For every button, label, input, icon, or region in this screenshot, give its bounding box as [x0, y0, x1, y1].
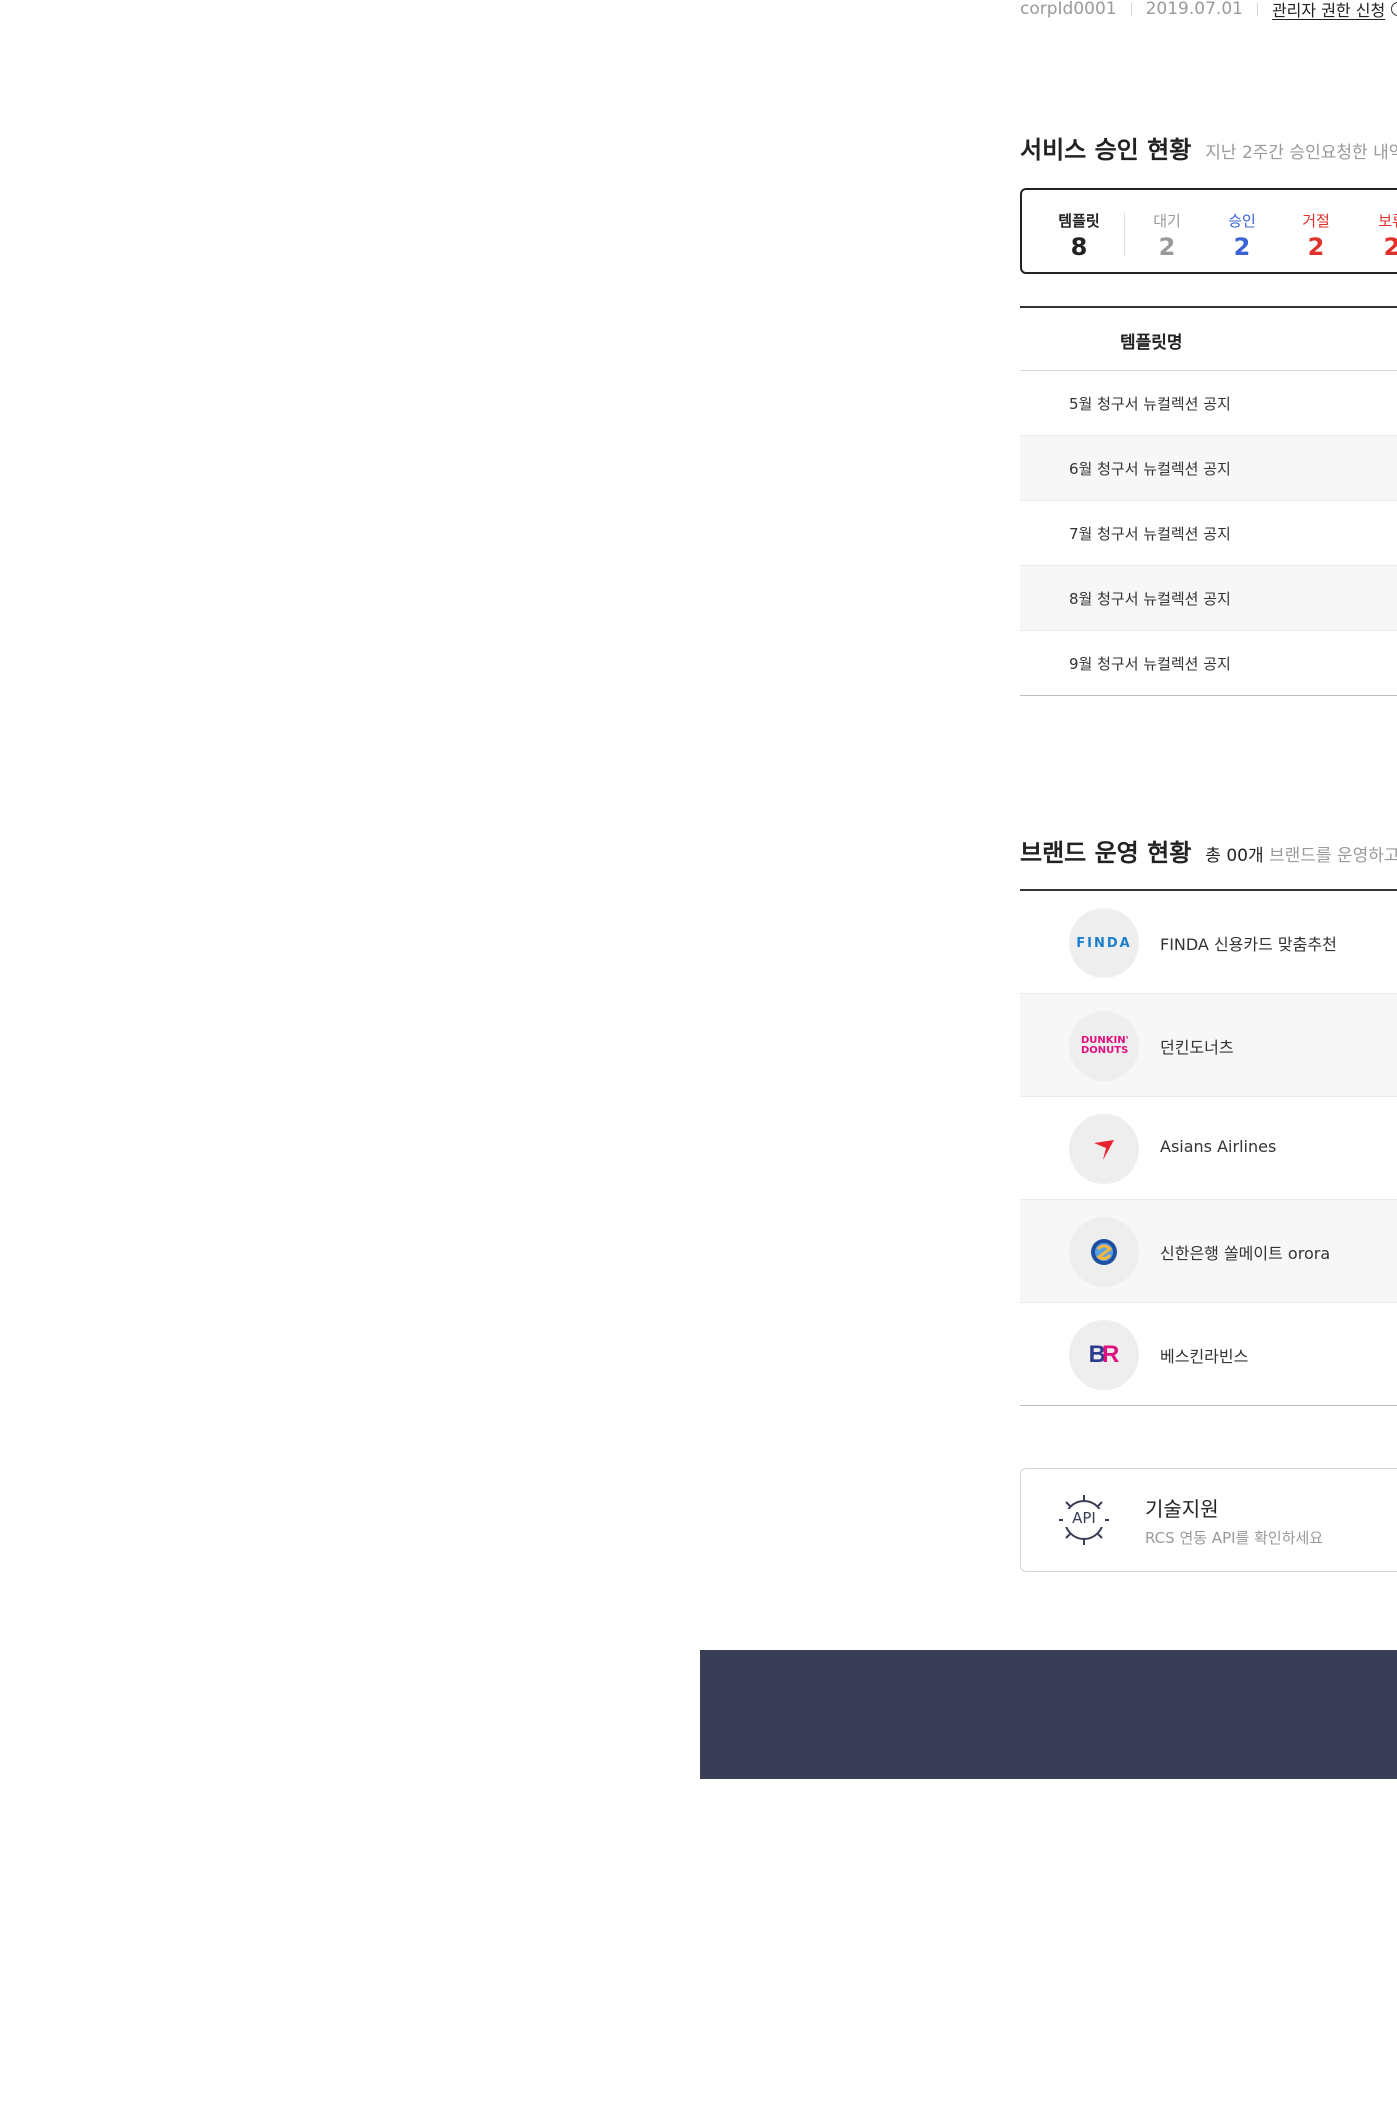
bank-icon	[1069, 1217, 1139, 1287]
stat-value: 2	[1158, 233, 1176, 261]
account-info-bar: corpId0001 2019.07.01 관리자 권한 신청 i	[1020, 0, 1397, 21]
template-name: 8월 청구서 뉴컬렉션 공지	[1069, 590, 1231, 608]
list-item[interactable]: FINDA FINDA 신용카드 맞춤추천	[1020, 891, 1397, 994]
corp-id: corpId0001	[1020, 0, 1117, 19]
finda-logo: FINDA	[1069, 908, 1139, 978]
stat-pending[interactable]: 대기 2	[1142, 210, 1192, 261]
brand-name: 던킨도너츠	[1160, 1038, 1234, 1057]
stat-value: 2	[1307, 233, 1325, 261]
list-item[interactable]: DUNKIN' DONUTS 던킨도너츠	[1020, 994, 1397, 1097]
dunkin-logo-text: DUNKIN' DONUTS	[1081, 1035, 1129, 1056]
table-row[interactable]: 5월 청구서 뉴컬렉션 공지	[1020, 371, 1397, 436]
template-name: 7월 청구서 뉴컬렉션 공지	[1069, 525, 1231, 543]
table-row[interactable]: 8월 청구서 뉴컬렉션 공지	[1020, 566, 1397, 631]
brand-subtitle-text: 브랜드를 운영하고	[1269, 846, 1397, 866]
stat-value: 8	[1070, 233, 1088, 261]
brand-count: 총 00개	[1205, 846, 1264, 866]
baskin-robbins-logo: BR	[1069, 1320, 1139, 1390]
brand-name: Asians Airlines	[1160, 1137, 1277, 1156]
stat-label: 거절	[1302, 212, 1330, 230]
approval-section-subtitle: 지난 2주간 승인요청한 내역	[1205, 143, 1397, 163]
approval-section-header: 서비스 승인 현황 지난 2주간 승인요청한 내역	[1020, 130, 1397, 165]
brand-name: 신한은행 쏠메이트 orora	[1160, 1244, 1331, 1263]
shinhan-logo-icon	[1091, 1239, 1117, 1265]
template-name: 6월 청구서 뉴컬렉션 공지	[1069, 460, 1231, 478]
list-item[interactable]: 신한은행 쏠메이트 orora	[1020, 1200, 1397, 1303]
table-header: 템플릿명	[1020, 306, 1397, 371]
stat-approved[interactable]: 승인 2	[1217, 210, 1267, 261]
brand-section-subtitle: 총 00개 브랜드를 운영하고	[1205, 841, 1397, 866]
admin-request-link[interactable]: 관리자 권한 신청	[1272, 0, 1385, 21]
template-table: 템플릿명 5월 청구서 뉴컬렉션 공지 6월 청구서 뉴컬렉션 공지 7월 청구…	[1020, 306, 1397, 696]
baskin-logo-text: BR	[1088, 1341, 1120, 1368]
stat-label: 승인	[1228, 212, 1256, 230]
brand-list: FINDA FINDA 신용카드 맞춤추천 DUNKIN' DONUTS 던킨도…	[1020, 889, 1397, 1406]
footer-banner	[700, 1650, 1397, 1779]
tech-support-description: RCS 연동 API를 확인하세요	[1145, 1529, 1324, 1547]
column-header-template-name: 템플릿명	[1120, 333, 1183, 353]
airline-wing-icon	[1094, 1140, 1114, 1160]
stat-on-hold[interactable]: 보류 2	[1367, 210, 1397, 261]
template-name: 5월 청구서 뉴컬렉션 공지	[1069, 395, 1231, 413]
list-item[interactable]: BR 베스킨라빈스	[1020, 1303, 1397, 1406]
dunkin-logo: DUNKIN' DONUTS	[1069, 1011, 1139, 1081]
divider	[1124, 212, 1125, 256]
info-icon[interactable]: i	[1391, 2, 1397, 16]
divider	[1130, 2, 1132, 16]
stat-value: 2	[1383, 233, 1397, 261]
tech-support-card[interactable]: API 기술지원 RCS 연동 API를 확인하세요	[1020, 1468, 1397, 1572]
api-icon-text: API	[1072, 1509, 1096, 1527]
finda-logo-text: FINDA	[1076, 935, 1132, 951]
list-item[interactable]: Asians Airlines	[1020, 1097, 1397, 1200]
brand-section-header: 브랜드 운영 현황 총 00개 브랜드를 운영하고	[1020, 833, 1397, 868]
table-row[interactable]: 6월 청구서 뉴컬렉션 공지	[1020, 436, 1397, 501]
api-gear-icon: API	[1059, 1495, 1109, 1545]
brand-name: FINDA 신용카드 맞춤추천	[1160, 935, 1337, 954]
approval-section-title: 서비스 승인 현황	[1020, 136, 1192, 164]
stat-value: 2	[1233, 233, 1251, 261]
stat-template[interactable]: 템플릿 8	[1052, 210, 1106, 261]
divider	[1256, 2, 1258, 16]
login-date: 2019.07.01	[1145, 0, 1243, 19]
table-row[interactable]: 7월 청구서 뉴컬렉션 공지	[1020, 501, 1397, 566]
tech-support-title: 기술지원	[1145, 1497, 1219, 1521]
brand-name: 베스킨라빈스	[1160, 1347, 1249, 1366]
brand-section-title: 브랜드 운영 현황	[1020, 839, 1192, 867]
table-row[interactable]: 9월 청구서 뉴컬렉션 공지	[1020, 631, 1397, 696]
template-name: 9월 청구서 뉴컬렉션 공지	[1069, 655, 1231, 673]
stat-label: 템플릿	[1058, 212, 1100, 230]
stat-rejected[interactable]: 거절 2	[1291, 210, 1341, 261]
stat-label: 대기	[1153, 212, 1181, 230]
stat-label: 보류	[1378, 212, 1397, 230]
approval-status-summary: 템플릿 8 대기 2 승인 2 거절 2 보류 2	[1020, 188, 1397, 274]
airline-icon	[1069, 1114, 1139, 1184]
